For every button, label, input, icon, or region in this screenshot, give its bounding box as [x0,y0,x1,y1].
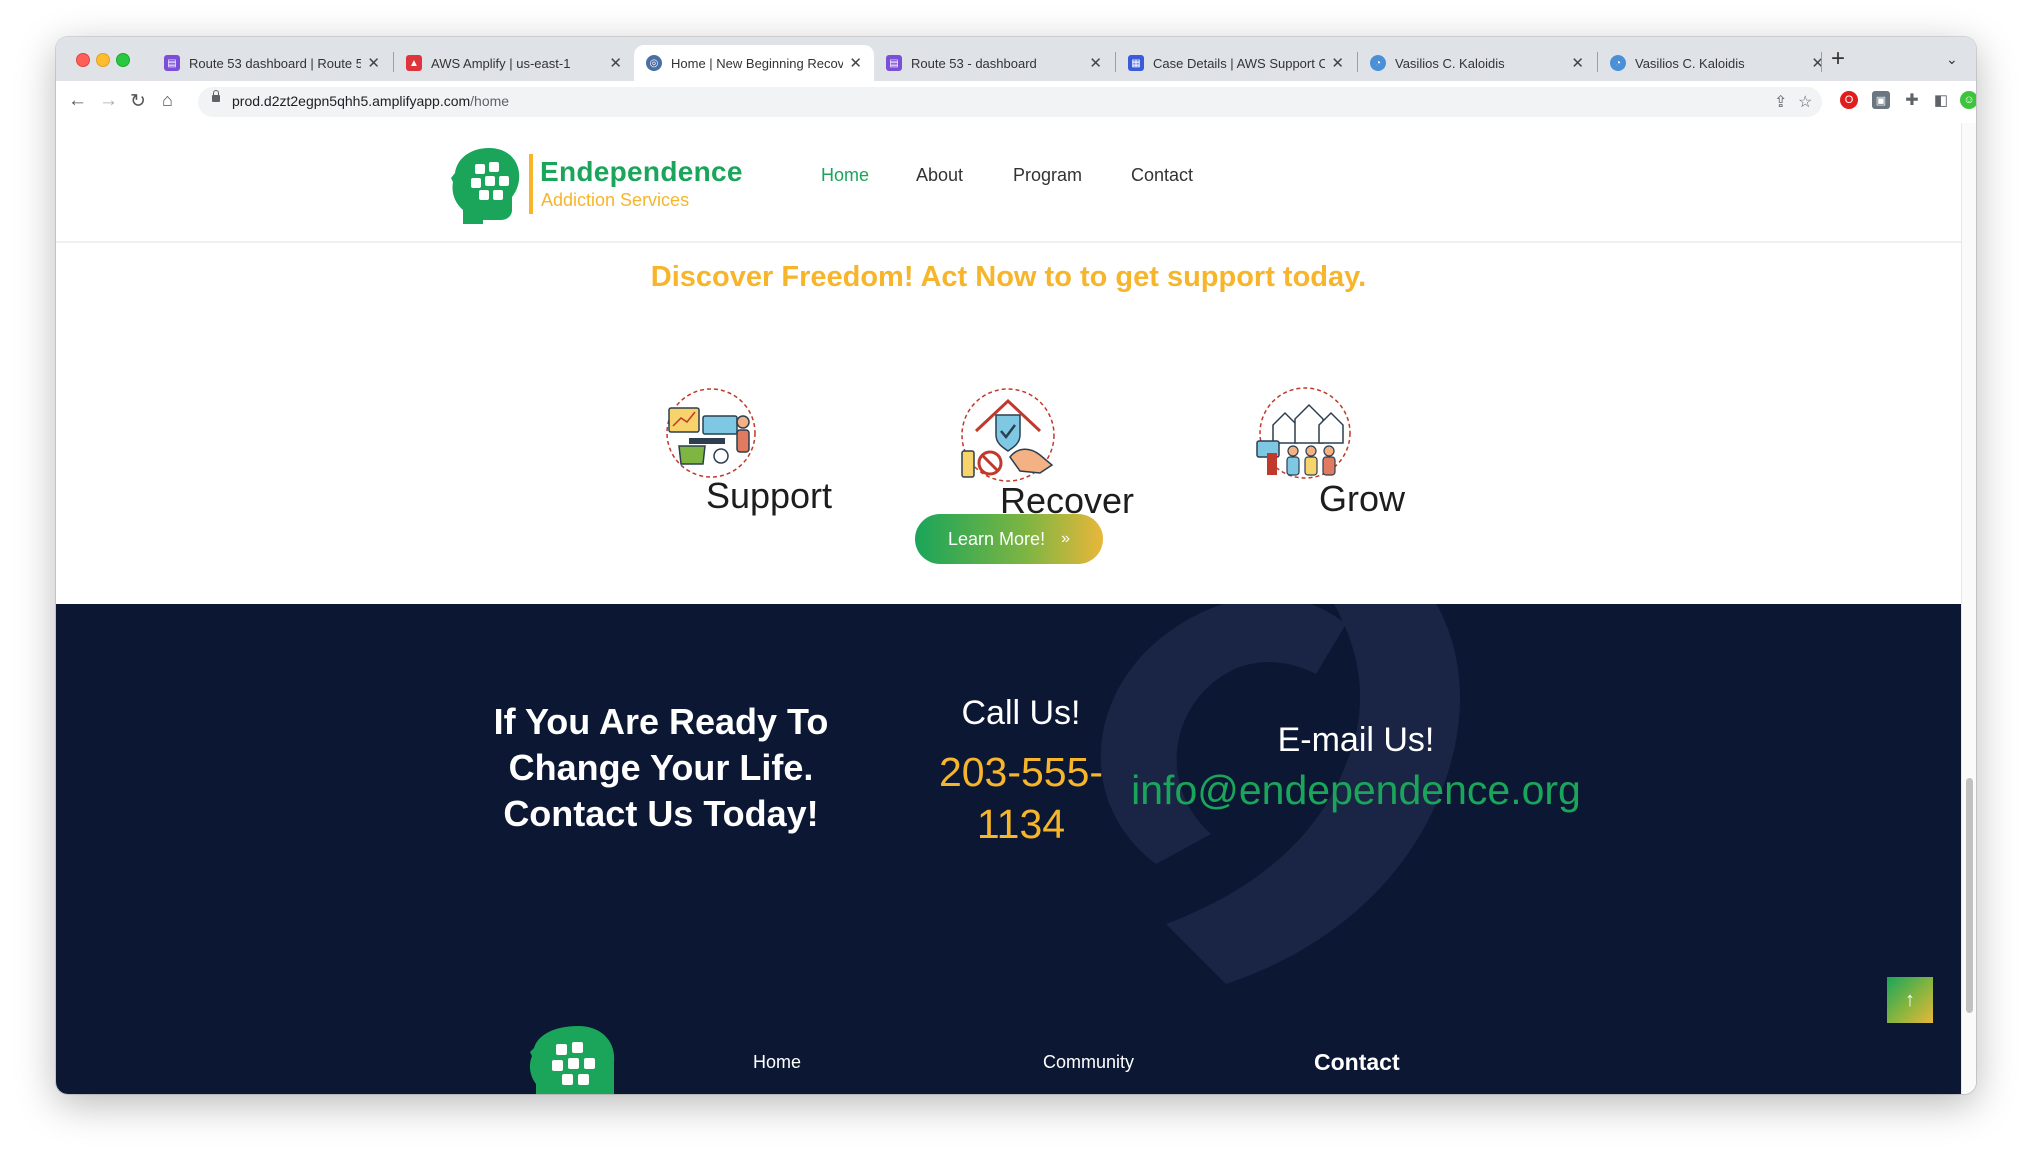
bookmark-star-icon[interactable]: ☆ [1798,92,1812,112]
scroll-to-top-button[interactable]: ↑ [1887,977,1933,1023]
tab-profile-1[interactable]: ◔ Vasilios C. Kaloidis ✕ [1358,45,1596,81]
reload-icon[interactable]: ↻ [130,90,146,113]
learn-more-button[interactable]: Learn More! » [915,514,1103,564]
tab-title: Vasilios C. Kaloidis [1635,55,1745,71]
cta-line-1: If You Are Ready To [493,701,829,742]
close-tab-icon[interactable]: ✕ [1331,54,1344,72]
share-icon[interactable]: ⇪ [1774,92,1787,112]
phone-number-link[interactable]: 203-555-1134 [936,746,1106,850]
brand-logo-head-icon[interactable] [449,146,523,224]
close-tab-icon[interactable]: ✕ [1089,54,1102,72]
globe-favicon-icon: ◎ [646,55,662,71]
tab-aws-amplify[interactable]: ▲ AWS Amplify | us-east-1 ✕ [394,45,634,81]
tab-title: Home | New Beginning Recovery [671,55,844,71]
site-header: Endependence Addiction Services Home Abo… [56,123,1961,243]
call-us-heading: Call Us! [961,694,1081,732]
hero-headline: Discover Freedom! Act Now to to get supp… [650,261,1367,293]
browser-toolbar: ← → ↻ ⌂ prod.d2zt2egpn5qhh5.amplifyapp.c… [56,81,1976,124]
extension-badge-icon[interactable]: ▣ [1872,91,1890,109]
route53-favicon-icon: ▤ [886,55,902,71]
tab-route53-dashboard[interactable]: ▤ Route 53 dashboard | Route 53 ✕ [152,45,392,81]
nav-home[interactable]: Home [821,165,869,186]
tab-title: Case Details | AWS Support Center [1153,55,1326,71]
web-page: Endependence Addiction Services Home Abo… [56,123,1961,1094]
tab-title: Route 53 dashboard | Route 53 [189,55,362,71]
arrow-up-icon: ↑ [1905,988,1915,1011]
brand-subtitle: Addiction Services [541,190,690,210]
sidepanel-icon[interactable]: ◧ [1932,91,1950,109]
email-us-heading: E-mail Us! [1277,721,1435,759]
brand-name[interactable]: Endependence [540,156,743,188]
extensions-puzzle-icon[interactable]: ✚ [1903,91,1921,109]
contact-footer: If You Are Ready To Change Your Life. Co… [56,604,1961,1094]
scrollbar-thumb[interactable] [1966,778,1973,1013]
close-tab-icon[interactable]: ✕ [609,54,622,72]
cta-line-2: Change Your Life. [508,747,814,788]
nav-contact[interactable]: Contact [1131,165,1193,186]
tab-profile-2[interactable]: ◔ Vasilios C. Kaloidis ✕ [1598,45,1836,81]
recover-illustration-icon [961,388,1055,482]
opera-extension-icon[interactable]: O [1840,91,1858,109]
close-window-button[interactable] [76,53,90,67]
fullscreen-window-button[interactable] [116,53,130,67]
feature-grow: Grow [1318,478,1405,519]
tab-title: Route 53 - dashboard [911,55,1037,71]
footer-nav-home[interactable]: Home [753,1052,801,1073]
profile-favicon-icon: ◔ [1370,55,1386,71]
feature-support: Support [705,475,833,516]
lock-icon [212,90,220,102]
address-bar[interactable]: prod.d2zt2egpn5qhh5.amplifyapp.com/home … [198,87,1822,117]
tab-route53-dashboard-2[interactable]: ▤ Route 53 - dashboard ✕ [874,45,1114,81]
tab-search-chevron-icon[interactable]: ⌄ [1946,51,1958,68]
grow-illustration-icon [1256,387,1351,479]
nav-about[interactable]: About [916,165,963,186]
learn-more-label: Learn More! [948,528,1046,549]
profile-favicon-icon: ◔ [1610,55,1626,71]
support-illustration-icon [666,388,756,478]
forward-arrow-icon[interactable]: → [99,90,118,112]
email-link[interactable]: info@endependence.org [1131,767,1581,814]
cta-heading: If You Are Ready To Change Your Life. Co… [471,699,851,837]
tab-home-active[interactable]: ◎ Home | New Beginning Recovery ✕ [634,45,874,81]
close-tab-icon[interactable]: ✕ [367,54,380,72]
close-tab-icon[interactable]: ✕ [1571,54,1584,72]
footer-logo-icon[interactable] [526,1024,626,1094]
close-tab-icon[interactable]: ✕ [849,54,862,72]
page-scrollbar[interactable] [1961,123,1976,1094]
tab-case-details[interactable]: ▦ Case Details | AWS Support Center ✕ [1116,45,1356,81]
new-tab-icon[interactable]: + [1831,45,1845,73]
back-arrow-icon[interactable]: ← [68,90,87,112]
tab-title: Vasilios C. Kaloidis [1395,55,1505,71]
route53-favicon-icon: ▤ [164,55,180,71]
footer-nav-community[interactable]: Community [1043,1052,1134,1073]
cta-line-3: Contact Us Today! [503,793,819,834]
aws-support-favicon-icon: ▦ [1128,55,1144,71]
nav-program[interactable]: Program [1013,165,1082,186]
close-tab-icon[interactable]: ✕ [1811,54,1824,72]
home-icon[interactable]: ⌂ [162,90,173,111]
tab-strip: ▤ Route 53 dashboard | Route 53 ✕ ▲ AWS … [56,37,1976,81]
url-host: prod.d2zt2egpn5qhh5.amplifyapp.com [232,93,471,109]
double-chevron-right-icon: » [1061,530,1070,547]
brand-divider [529,154,533,214]
minimize-window-button[interactable] [96,53,110,67]
footer-nav-contact[interactable]: Contact [1314,1049,1400,1076]
browser-window: ▤ Route 53 dashboard | Route 53 ✕ ▲ AWS … [56,37,1976,1094]
profile-avatar-icon[interactable]: ☺ [1960,91,1976,109]
url-path: /home [470,93,510,109]
tab-title: AWS Amplify | us-east-1 [431,55,571,71]
amplify-favicon-icon: ▲ [406,55,422,71]
url-text[interactable]: prod.d2zt2egpn5qhh5.amplifyapp.com/home [232,93,509,109]
